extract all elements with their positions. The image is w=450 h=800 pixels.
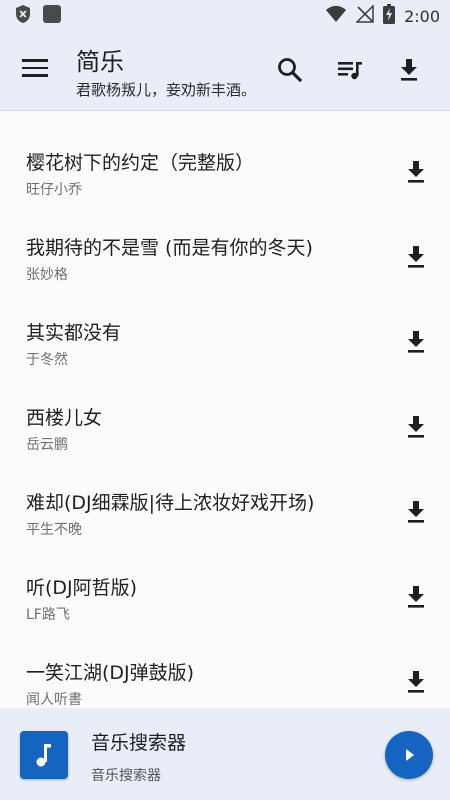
song-title: 我期待的不是雪 (而是有你的冬天) <box>26 237 313 259</box>
app-screen: 2:00 简乐 君歌杨叛儿，妾劝新丰酒。 樱花树下的约定（完整版） 旺仔小乔 我… <box>0 0 450 800</box>
album-art[interactable] <box>20 731 68 779</box>
song-list: ····· 樱花树下的约定（完整版）旺仔小乔我期待的不是雪 (而是有你的冬天)张… <box>0 111 450 708</box>
player-title: 音乐搜索器 <box>91 732 187 754</box>
battery-charging-icon <box>383 4 396 28</box>
download-icon[interactable] <box>404 499 430 525</box>
player-subtitle: 音乐搜索器 <box>91 768 161 784</box>
app-bar: 简乐 君歌杨叛儿，妾劝新丰酒。 <box>0 32 450 111</box>
wifi-icon <box>325 5 347 27</box>
clock: 2:00 <box>404 6 440 26</box>
app-square-icon <box>42 4 62 28</box>
song-row[interactable]: 难却(DJ细霖版|待上浓妆好戏开场) 平生不晚 <box>0 451 450 538</box>
status-bar: 2:00 <box>0 0 450 32</box>
music-note-icon <box>36 744 51 767</box>
download-icon[interactable] <box>404 584 430 610</box>
download-icon[interactable] <box>404 159 430 185</box>
song-artist: 闻人听書 <box>26 692 82 708</box>
download-icon[interactable] <box>404 669 430 695</box>
no-signal-icon <box>355 4 374 27</box>
player-bar[interactable]: 音乐搜索器 音乐搜索器 <box>0 708 450 800</box>
song-title: 其实都没有 <box>26 322 122 344</box>
play-button[interactable] <box>385 731 433 779</box>
song-title: 西楼儿女 <box>26 407 103 429</box>
playlist-icon[interactable] <box>336 56 364 84</box>
song-row[interactable]: 听(DJ阿哲版) LF路飞 <box>0 536 450 623</box>
song-row[interactable]: 我期待的不是雪 (而是有你的冬天) 张妙格 <box>0 196 450 283</box>
song-row[interactable]: 西楼儿女 岳云鹏 <box>0 366 450 453</box>
download-icon[interactable] <box>404 244 430 270</box>
page-title: 简乐 <box>76 48 124 76</box>
song-title: 樱花树下的约定（完整版） <box>26 152 255 174</box>
song-title: 听(DJ阿哲版) <box>26 577 138 599</box>
download-all-icon[interactable] <box>396 56 424 84</box>
play-icon <box>406 749 414 761</box>
menu-icon[interactable] <box>22 59 48 81</box>
download-icon[interactable] <box>404 414 430 440</box>
song-row[interactable]: 一笑江湖(DJ弹鼓版) 闻人听書 <box>0 621 450 708</box>
song-title: 难却(DJ细霖版|待上浓妆好戏开场) <box>26 492 315 514</box>
song-row[interactable]: 樱花树下的约定（完整版） 旺仔小乔 <box>0 111 450 198</box>
song-title: 一笑江湖(DJ弹鼓版) <box>26 662 195 684</box>
download-icon[interactable] <box>404 329 430 355</box>
page-subtitle: 君歌杨叛儿，妾劝新丰酒。 <box>76 81 257 99</box>
search-icon[interactable] <box>276 56 304 84</box>
shield-x-icon <box>14 4 32 28</box>
song-row[interactable]: 其实都没有 于冬然 <box>0 281 450 368</box>
